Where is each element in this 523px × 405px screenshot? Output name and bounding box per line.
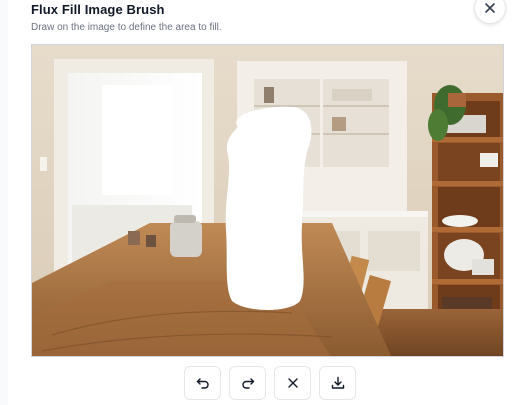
redo-icon: [241, 378, 254, 389]
download-icon: [331, 376, 344, 389]
kitchen-photo: [32, 45, 503, 356]
redo-button[interactable]: [229, 366, 266, 400]
flux-fill-dialog: Flux Fill Image Brush Draw on the image …: [0, 0, 523, 405]
clear-icon: [287, 378, 298, 388]
dialog-title: Flux Fill Image Brush: [31, 2, 165, 17]
backdrop-edge: [0, 0, 8, 405]
undo-icon: [196, 378, 209, 389]
close-button[interactable]: [474, 0, 506, 24]
mask-canvas[interactable]: [31, 44, 504, 357]
clear-button[interactable]: [274, 366, 311, 400]
undo-button[interactable]: [184, 366, 221, 400]
brush-toolbar: [184, 366, 356, 400]
dialog-subtitle: Draw on the image to define the area to …: [31, 22, 222, 33]
download-button[interactable]: [319, 366, 356, 400]
close-icon: [485, 3, 495, 13]
